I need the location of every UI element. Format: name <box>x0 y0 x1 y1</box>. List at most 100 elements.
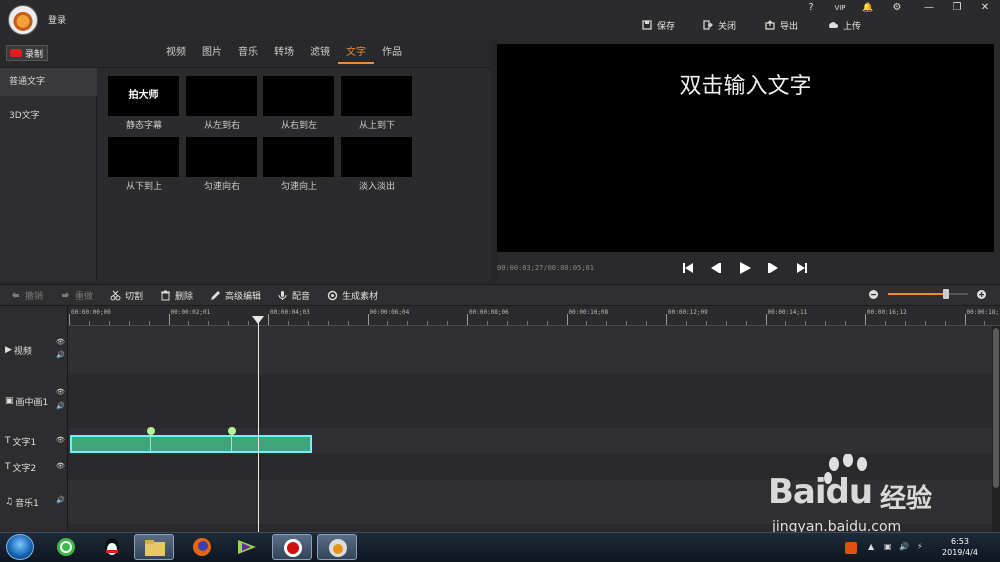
network-icon[interactable]: ⚡ <box>917 542 923 551</box>
ruler-tick-label: 00:00:18; <box>966 309 1000 316</box>
dubbing-button[interactable]: 配音 <box>277 289 310 302</box>
side-item-normal-text[interactable]: 普通文字 <box>0 68 97 96</box>
ruler-tick-label: 00:00:06;04 <box>369 309 410 316</box>
advanced-edit-button[interactable]: 高级编辑 <box>210 289 261 302</box>
minimize-icon[interactable]: — <box>921 2 937 14</box>
ruler-minor-tick <box>208 321 210 325</box>
file-explorer-icon[interactable] <box>134 534 174 560</box>
tab-transition[interactable]: 转场 <box>266 44 302 64</box>
delete-button[interactable]: 删除 <box>160 289 193 302</box>
timeline-scroll-thumb[interactable] <box>993 328 999 488</box>
text-effects-grid: 拍大师 静态字幕 从左到右 从右到左 从上到下 从下到上 匀速向右 匀速向上 淡… <box>98 68 491 281</box>
skip-start-icon[interactable] <box>680 260 696 276</box>
record-button[interactable]: 录制 <box>6 45 48 61</box>
upload-button[interactable]: 上传 <box>828 18 861 32</box>
step-forward-icon[interactable] <box>765 260 781 276</box>
record-app-icon[interactable] <box>272 534 312 560</box>
eye-icon[interactable]: 👁 <box>56 462 65 470</box>
bell-icon[interactable]: 🔔 <box>860 2 876 14</box>
text-clip[interactable] <box>70 435 312 453</box>
effect-item[interactable]: 从右到左 <box>263 76 335 131</box>
save-button[interactable]: 保存 <box>642 18 675 32</box>
effect-item[interactable]: 从左到右 <box>186 76 258 131</box>
export-button[interactable]: 导出 <box>765 18 798 32</box>
speaker-icon[interactable]: 🔊 <box>56 496 65 504</box>
tray-expand-icon[interactable]: ▲ <box>868 542 874 551</box>
effect-item[interactable]: 拍大师 静态字幕 <box>108 76 180 131</box>
ruler-minor-tick <box>924 321 926 325</box>
tab-filter[interactable]: 滤镜 <box>302 44 338 64</box>
ruler-minor-tick <box>307 321 309 325</box>
login-link[interactable]: 登录 <box>48 13 66 26</box>
browser-360-icon[interactable] <box>46 534 86 560</box>
cut-button[interactable]: 切割 <box>110 289 143 302</box>
zoom-slider-handle[interactable] <box>943 289 949 299</box>
record-icon <box>10 49 22 57</box>
zoom-in-icon <box>977 290 986 299</box>
record-label: 录制 <box>25 49 44 60</box>
tab-works[interactable]: 作品 <box>374 44 410 64</box>
exit-button[interactable]: 关闭 <box>703 18 736 32</box>
effect-item[interactable]: 淡入淡出 <box>341 137 413 192</box>
skip-end-icon[interactable] <box>794 260 810 276</box>
step-back-icon[interactable] <box>708 260 724 276</box>
eye-icon[interactable]: 👁 <box>56 338 65 346</box>
ruler-minor-tick <box>427 321 429 325</box>
export-label: 导出 <box>780 21 799 32</box>
eye-icon[interactable]: 👁 <box>56 388 65 396</box>
generate-material-button[interactable]: 生成素材 <box>327 289 378 302</box>
vip-icon[interactable]: VIP <box>830 2 850 14</box>
side-item-3d-text[interactable]: 3D文字 <box>0 102 97 130</box>
ruler-major-tick <box>865 314 866 325</box>
tray-device-icon[interactable]: ▣ <box>884 542 892 551</box>
zoom-out-button[interactable] <box>868 289 879 300</box>
ruler-minor-tick <box>785 321 787 325</box>
ruler-minor-tick <box>805 321 807 325</box>
ruler-minor-tick <box>705 321 707 325</box>
zoom-in-button[interactable] <box>976 289 987 300</box>
tab-music[interactable]: 音乐 <box>230 44 266 64</box>
player-icon[interactable] <box>226 534 266 560</box>
tab-video[interactable]: 视频 <box>158 44 194 64</box>
speaker-icon[interactable]: 🔊 <box>56 351 65 359</box>
dubbing-label: 配音 <box>292 292 311 302</box>
pip-track-lane[interactable] <box>68 374 992 428</box>
effect-caption: 淡入淡出 <box>358 182 395 192</box>
track-label: 视频 <box>13 346 32 357</box>
gear-icon[interactable]: ⚙ <box>889 2 905 14</box>
ruler-minor-tick <box>944 321 946 325</box>
undo-icon <box>12 292 19 298</box>
preview-overlay-text[interactable]: 双击输入文字 <box>497 68 994 100</box>
playhead-line[interactable] <box>258 318 259 532</box>
help-icon[interactable]: ? <box>803 2 819 14</box>
eye-icon[interactable]: 👁 <box>56 436 65 444</box>
effect-item[interactable]: 匀速向右 <box>186 137 258 192</box>
video-track-lane[interactable] <box>68 326 992 374</box>
qq-icon[interactable] <box>92 534 132 560</box>
taskbar-clock[interactable]: 6:53 2019/4/4 <box>935 536 985 558</box>
effect-item[interactable]: 从下到上 <box>108 137 180 192</box>
keyframe-handle[interactable] <box>228 427 236 435</box>
ruler-tick-label: 00:00:16;12 <box>867 309 907 316</box>
timeline-ruler[interactable]: 00:00:00;00 00:00:02;01 00:00:04;03 00:00:0… <box>68 306 1000 326</box>
close-icon[interactable]: ✕ <box>977 2 993 14</box>
effect-item[interactable]: 从上到下 <box>341 76 413 131</box>
keyframe-handle[interactable] <box>147 427 155 435</box>
effect-item[interactable]: 匀速向上 <box>263 137 335 192</box>
volume-icon[interactable]: 🔊 <box>899 542 909 551</box>
play-icon[interactable] <box>737 260 753 276</box>
start-orb-icon[interactable] <box>6 534 34 560</box>
restore-icon[interactable]: ❐ <box>949 2 965 14</box>
redo-button[interactable]: 重做 <box>60 289 93 302</box>
tab-text[interactable]: 文字 <box>338 44 374 64</box>
firefox-icon[interactable] <box>182 534 222 560</box>
paishi-app-icon[interactable] <box>317 534 357 560</box>
sogou-input-icon[interactable] <box>845 542 857 556</box>
tab-image[interactable]: 图片 <box>194 44 230 64</box>
effect-caption: 从左到右 <box>203 121 240 131</box>
undo-button[interactable]: 撤销 <box>10 289 43 302</box>
ruler-minor-tick <box>646 321 648 325</box>
speaker-icon[interactable]: 🔊 <box>56 402 65 410</box>
ruler-major-tick <box>566 314 568 325</box>
playhead-handle[interactable] <box>252 316 264 324</box>
